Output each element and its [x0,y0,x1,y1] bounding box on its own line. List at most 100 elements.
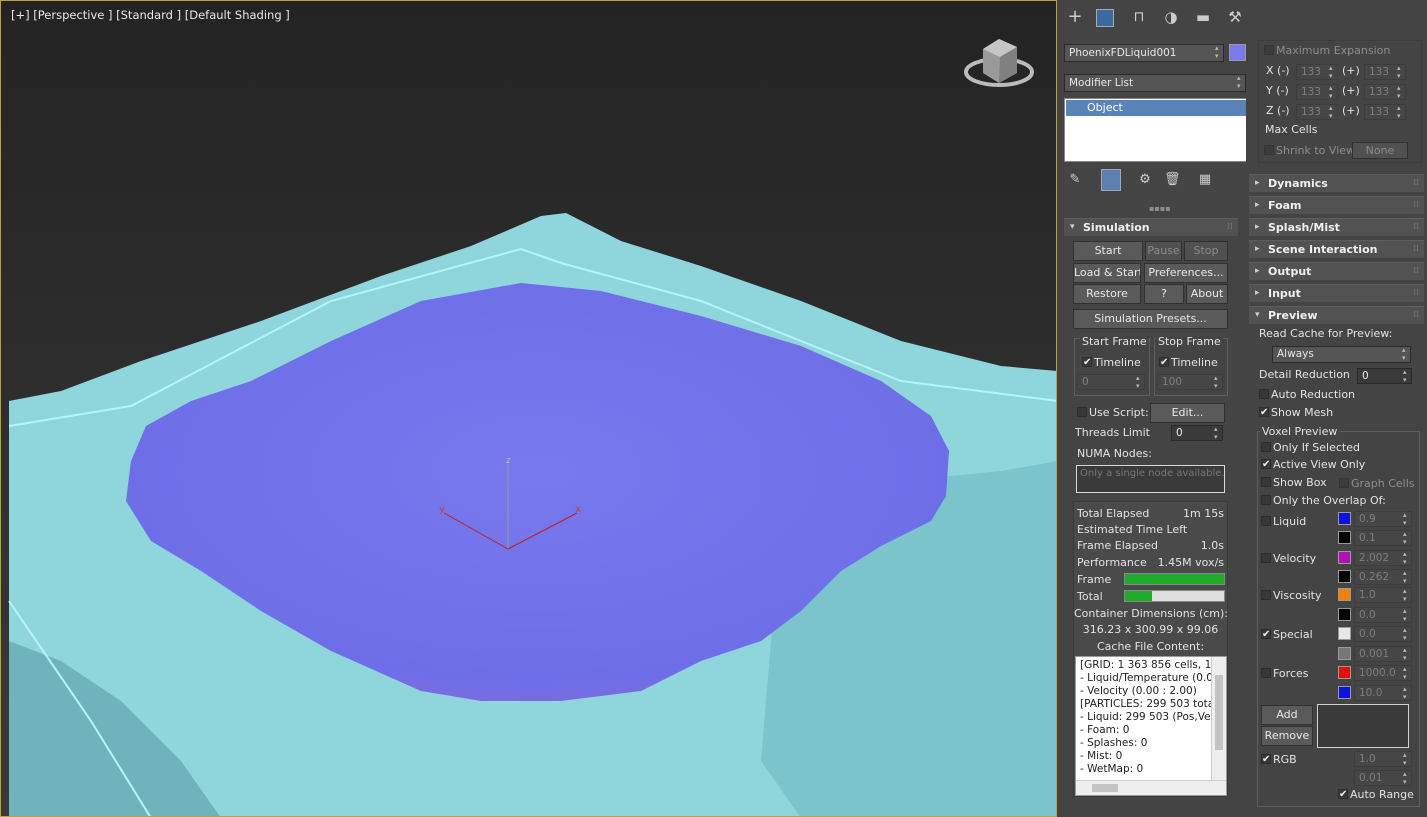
show-end-result-icon[interactable] [1101,169,1121,191]
velocity-channel-checkbox[interactable] [1261,553,1271,563]
viscosity-color-2[interactable] [1338,608,1351,621]
numa-nodes-list[interactable]: Only a single node available. [1076,465,1225,493]
create-icon[interactable]: + [1066,8,1084,26]
z-plus-spinner[interactable]: 133 [1364,104,1406,120]
object-name-field[interactable]: PhoenixFDLiquid001 [1064,44,1224,62]
load-and-start-button[interactable]: Load & Start [1073,263,1141,283]
rollout-preview[interactable]: Preview⁞⁞ [1249,306,1424,324]
viewport-label[interactable]: [+] [Perspective ] [Standard ] [Default … [11,8,290,22]
auto-reduction-checkbox[interactable] [1259,389,1269,399]
start-button[interactable]: Start [1073,241,1143,261]
liquid-color-2[interactable] [1338,531,1351,544]
stop-timeline-checkbox[interactable]: ✔ [1159,357,1169,368]
stat-label: Total Elapsed [1077,507,1150,520]
velocity-color-1[interactable] [1338,551,1351,564]
liquid-channel-checkbox[interactable] [1261,516,1271,526]
configure-sets-icon[interactable]: ▦ [1198,172,1212,187]
rollout-scene-interaction[interactable]: Scene Interaction⁞⁞ [1249,240,1424,258]
rollout-input[interactable]: Input⁞⁞ [1249,284,1424,302]
read-cache-dropdown[interactable]: Always [1272,346,1411,363]
stop-button[interactable]: Stop [1184,241,1228,261]
forces-channel-checkbox[interactable] [1261,668,1271,678]
rgb-checkbox[interactable]: ✔ [1261,754,1271,765]
rgb-value-2[interactable]: 0.01 [1354,770,1412,786]
forces-color-1[interactable] [1338,666,1351,679]
channel-list-box[interactable] [1317,704,1409,748]
rollout-simulation[interactable]: Simulation⁞⁞ [1064,218,1238,236]
use-script-checkbox[interactable] [1077,407,1087,417]
liquid-value-2[interactable]: 0.1 [1354,530,1412,546]
add-button[interactable]: Add [1261,705,1313,725]
rollout-dynamics[interactable]: Dynamics⁞⁞ [1249,174,1424,192]
hierarchy-icon[interactable]: ⊓ [1130,8,1148,26]
edit-script-button[interactable]: Edit... [1150,403,1225,423]
velocity-color-2[interactable] [1338,570,1351,583]
help-button[interactable]: ? [1144,284,1184,304]
rgb-value-1[interactable]: 1.0 [1354,751,1412,767]
cache-file-content-box[interactable]: [GRID: 1 363 856 cells, 16- Liquid/Tempe… [1075,656,1227,796]
y-minus-spinner[interactable]: 133 [1296,84,1338,100]
y-plus-spinner[interactable]: 133 [1364,84,1406,100]
rollout-foam[interactable]: Foam⁞⁞ [1249,196,1424,214]
velocity-value-2[interactable]: 0.262 [1354,569,1412,585]
viscosity-channel-checkbox[interactable] [1261,590,1271,600]
forces-value-1[interactable]: 1000.0 [1354,665,1412,681]
modifier-list-dropdown[interactable]: Modifier List [1064,74,1246,92]
motion-icon[interactable]: ◑ [1162,8,1180,26]
cache-vertical-scrollbar[interactable] [1211,657,1226,781]
show-box-checkbox[interactable] [1261,477,1271,487]
start-timeline-checkbox[interactable]: ✔ [1082,357,1092,368]
about-button[interactable]: About [1186,284,1228,304]
perspective-viewport[interactable]: x y z [+] [Perspective ] [Standard ] [De… [0,0,1057,817]
special-value-1[interactable]: 0.0 [1354,626,1412,642]
only-overlap-checkbox[interactable] [1261,495,1271,505]
special-color-1[interactable] [1338,627,1351,640]
scene-render: x y z [1,1,1056,816]
special-value-2[interactable]: 0.001 [1354,646,1412,662]
viscosity-value-2[interactable]: 0.0 [1354,607,1412,623]
auto-range-checkbox[interactable]: ✔ [1338,789,1348,800]
x-minus-spinner[interactable]: 133 [1296,64,1338,80]
utilities-icon[interactable]: ⚒ [1226,8,1244,26]
start-frame-spinner[interactable]: 0 [1077,374,1145,390]
pin-stack-icon[interactable]: ✎ [1068,172,1082,187]
z-plus-label: (+) [1342,104,1360,117]
stack-item-object[interactable]: Object [1066,100,1246,116]
max-expansion-checkbox[interactable] [1264,45,1274,55]
make-unique-icon[interactable]: ⚙ [1138,172,1152,187]
active-view-only-checkbox[interactable]: ✔ [1261,459,1271,470]
x-plus-spinner[interactable]: 133 [1364,64,1406,80]
threads-limit-spinner[interactable]: 0 [1171,425,1223,441]
viscosity-color-1[interactable] [1338,588,1351,601]
liquid-value-1[interactable]: 0.9 [1354,511,1412,527]
rollout-splash-mist[interactable]: Splash/Mist⁞⁞ [1249,218,1424,236]
simulation-presets-button[interactable]: Simulation Presets... [1073,309,1228,329]
detail-reduction-spinner[interactable]: 0 [1357,368,1412,384]
special-channel-checkbox[interactable]: ✔ [1261,629,1271,640]
divider-grip[interactable]: ▪▪▪▪ [1149,202,1171,216]
liquid-color-1[interactable] [1338,512,1351,525]
shrink-to-view-checkbox[interactable] [1264,145,1274,155]
only-if-selected-checkbox[interactable] [1261,442,1271,452]
graph-cells-checkbox[interactable] [1339,478,1349,488]
special-color-2[interactable] [1338,647,1351,660]
remove-button[interactable]: Remove [1261,726,1313,746]
show-mesh-checkbox[interactable]: ✔ [1259,407,1269,418]
viscosity-value-1[interactable]: 1.0 [1354,587,1412,603]
forces-color-2[interactable] [1338,686,1351,699]
preferences-button[interactable]: Preferences... [1144,263,1228,283]
z-minus-spinner[interactable]: 133 [1296,104,1338,120]
stop-frame-spinner[interactable]: 100 [1157,374,1223,390]
x-plus-label: (+) [1342,64,1360,77]
restore-button[interactable]: Restore [1073,284,1141,304]
remove-modifier-icon[interactable]: 🗑 [1164,172,1181,187]
display-icon[interactable]: ▬ [1194,8,1212,26]
shrink-none-button[interactable]: None [1352,142,1408,159]
pause-button[interactable]: Pause [1145,241,1182,261]
forces-value-2[interactable]: 10.0 [1354,685,1412,701]
object-color-swatch[interactable] [1229,44,1246,61]
modify-icon[interactable] [1096,9,1114,27]
velocity-value-1[interactable]: 2.002 [1354,550,1412,566]
rollout-output[interactable]: Output⁞⁞ [1249,262,1424,280]
cache-horizontal-scrollbar[interactable] [1076,780,1226,795]
